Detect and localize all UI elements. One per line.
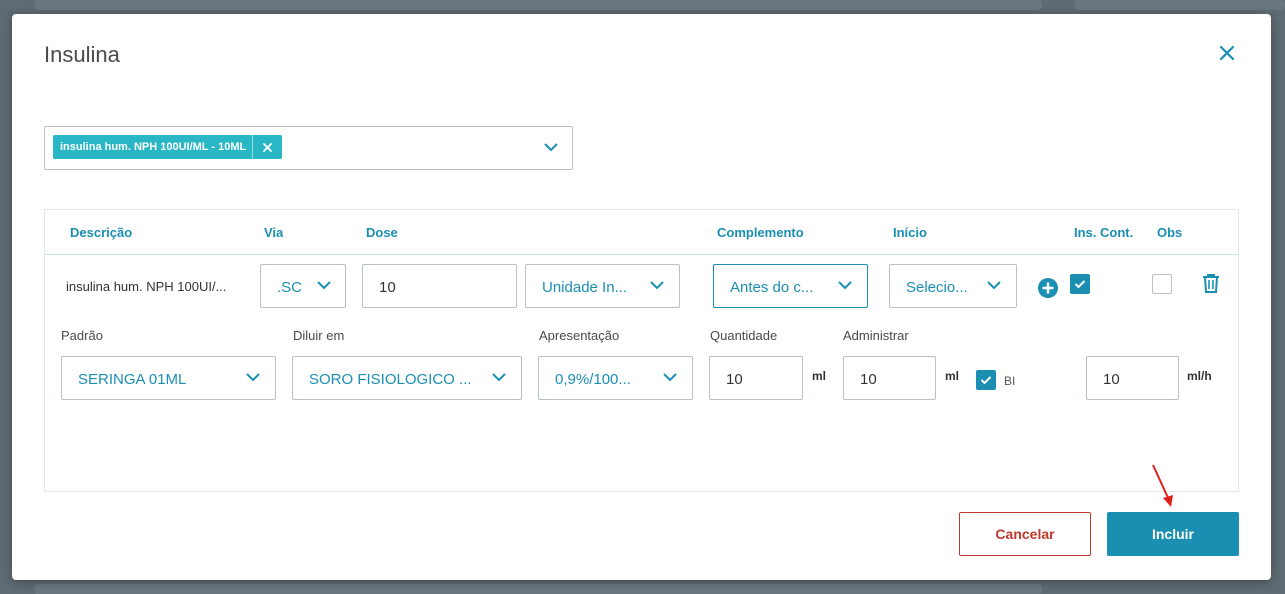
header-complemento: Complemento (717, 225, 804, 240)
header-descricao: Descrição (70, 225, 133, 240)
administrar-value: 10 (860, 371, 877, 388)
check-icon (1074, 280, 1086, 289)
padrao-value: SERINGA 01ML (78, 371, 187, 388)
chevron-down-icon (663, 373, 677, 382)
close-icon (263, 142, 273, 152)
apresentacao-label: Apresentação (539, 328, 620, 343)
bi-label: BI (1004, 374, 1016, 388)
rate-value: 10 (1103, 371, 1120, 388)
via-select[interactable]: .SC (260, 264, 346, 308)
dose-unit-value: Unidade In... (542, 279, 628, 296)
tag-remove-button[interactable] (252, 135, 282, 159)
include-button[interactable]: Incluir (1107, 512, 1239, 556)
diluir-select[interactable]: SORO FISIOLOGICO ... (292, 356, 522, 400)
complemento-value: Antes do c... (730, 279, 814, 296)
quantidade-unit: ml (812, 369, 827, 383)
bi-checkbox[interactable] (976, 370, 996, 390)
header-obs: Obs (1157, 225, 1183, 240)
via-value: .SC (277, 279, 303, 296)
prescription-table: Descrição Via Dose Complemento Início In… (44, 209, 1239, 492)
administrar-label: Administrar (843, 328, 909, 343)
administrar-unit: ml (945, 369, 960, 383)
modal-title: Insulina (44, 42, 120, 67)
add-circle-icon[interactable] (1037, 277, 1059, 299)
dose-value: 10 (379, 279, 396, 296)
apresentacao-value: 0,9%/100... (555, 371, 631, 388)
chevron-down-icon (838, 281, 852, 290)
diluir-label: Diluir em (293, 328, 345, 343)
close-button[interactable] (1215, 41, 1239, 65)
backdrop-panel-bottom (34, 584, 1042, 594)
header-dose: Dose (366, 225, 398, 240)
chevron-down-icon (987, 281, 1001, 290)
close-icon (1220, 46, 1234, 60)
rate-unit: ml/h (1187, 369, 1212, 383)
diluir-value: SORO FISIOLOGICO ... (309, 371, 472, 388)
chevron-down-icon (544, 143, 558, 152)
chevron-down-icon (317, 281, 331, 290)
medication-tag: insulina hum. NPH 100UI/ML - 10ML (53, 135, 283, 159)
ins-cont-checkbox[interactable] (1070, 274, 1090, 294)
annotation-arrow (1152, 464, 1173, 507)
chevron-down-icon (492, 373, 506, 382)
header-ins-cont: Ins. Cont. (1074, 225, 1134, 240)
backdrop-panel-right (1074, 0, 1285, 10)
header-divider (45, 254, 1238, 255)
insulin-modal: Insulina insulina hum. NPH 100UI/ML - 10… (12, 14, 1271, 580)
trash-icon[interactable] (1202, 273, 1220, 293)
medication-select[interactable]: insulina hum. NPH 100UI/ML - 10ML (44, 126, 573, 170)
complemento-select[interactable]: Antes do c... (713, 264, 868, 308)
chevron-down-icon (650, 281, 664, 290)
quantidade-input[interactable]: 10 (709, 356, 803, 400)
quantidade-value: 10 (726, 371, 743, 388)
dose-unit-select[interactable]: Unidade In... (525, 264, 680, 308)
administrar-input[interactable]: 10 (843, 356, 936, 400)
header-via: Via (264, 225, 284, 240)
header-inicio: Início (893, 225, 927, 240)
rate-input[interactable]: 10 (1086, 356, 1179, 400)
apresentacao-select[interactable]: 0,9%/100... (538, 356, 693, 400)
dose-input[interactable]: 10 (362, 264, 517, 308)
medication-tag-label: insulina hum. NPH 100UI/ML - 10ML (60, 141, 247, 153)
chevron-down-icon (246, 373, 260, 382)
row-description: insulina hum. NPH 100UI/... (66, 279, 227, 294)
cancel-button[interactable]: Cancelar (959, 512, 1091, 556)
inicio-select[interactable]: Selecio... (889, 264, 1017, 308)
padrao-select[interactable]: SERINGA 01ML (61, 356, 276, 400)
backdrop-panel-left (34, 0, 1042, 10)
inicio-value: Selecio... (906, 279, 968, 296)
obs-checkbox[interactable] (1152, 274, 1172, 294)
quantidade-label: Quantidade (710, 328, 778, 343)
padrao-label: Padrão (61, 328, 103, 343)
check-icon (980, 376, 992, 385)
